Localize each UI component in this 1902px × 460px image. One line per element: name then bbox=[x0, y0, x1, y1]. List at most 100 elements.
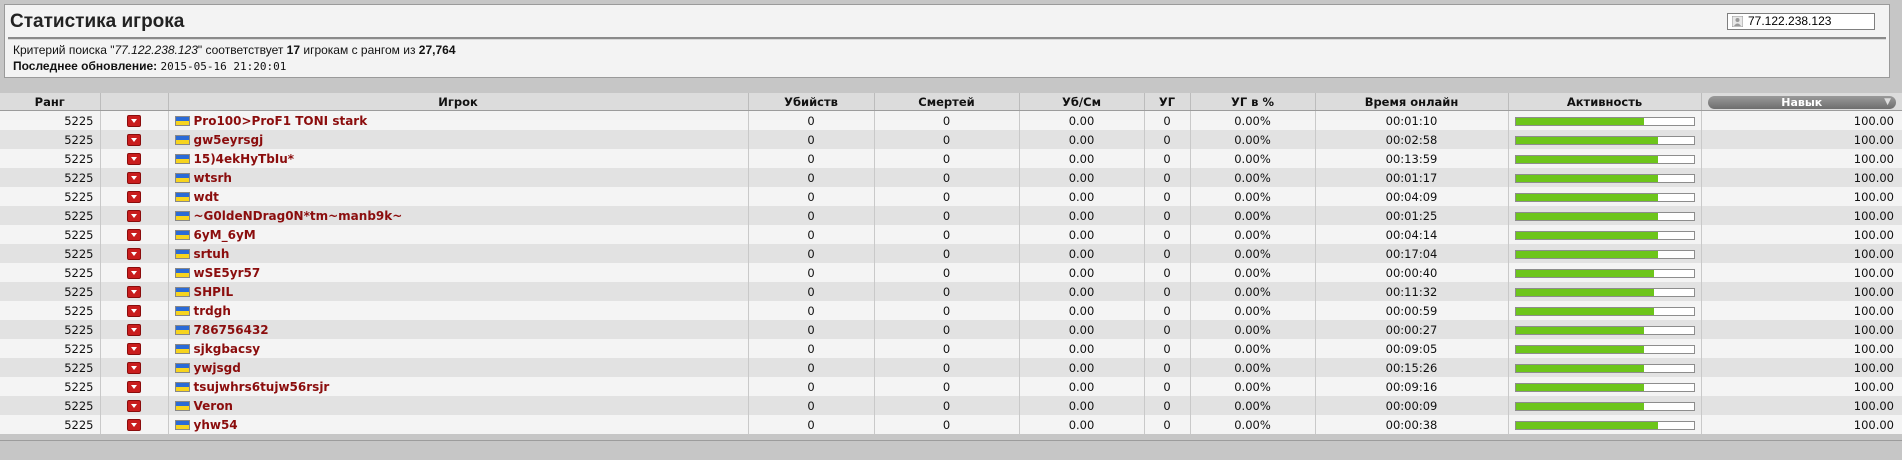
dropdown-arrow-icon[interactable] bbox=[127, 342, 141, 355]
cell-hs: 0 bbox=[1143, 339, 1190, 358]
player-name-link[interactable]: SHPIL bbox=[194, 285, 234, 299]
player-name-link[interactable]: ~G0ldeNDrag0N*tm~manb9k~ bbox=[194, 209, 403, 223]
cell-time: 00:00:59 bbox=[1314, 301, 1508, 320]
cell-menu bbox=[99, 225, 168, 244]
activity-bar bbox=[1514, 192, 1695, 202]
cell-activity bbox=[1507, 282, 1701, 301]
cell-skill: 100.00 bbox=[1700, 282, 1902, 301]
cell-player: trdgh bbox=[167, 301, 748, 320]
cell-deaths: 0 bbox=[873, 358, 1019, 377]
cell-deaths: 0 bbox=[873, 282, 1019, 301]
activity-bar bbox=[1514, 268, 1695, 278]
col-header-hs-pct[interactable]: УГ в % bbox=[1189, 93, 1315, 111]
flag-icon bbox=[174, 343, 190, 354]
cell-menu bbox=[99, 168, 168, 187]
dropdown-arrow-icon[interactable] bbox=[127, 114, 141, 127]
cell-kd: 0.00 bbox=[1018, 320, 1144, 339]
cell-player: tsujwhrs6tujw56rsjr bbox=[167, 377, 748, 396]
cell-hs-pct: 0.00% bbox=[1189, 320, 1315, 339]
player-name-link[interactable]: 786756432 bbox=[194, 323, 269, 337]
player-name-link[interactable]: wdt bbox=[194, 190, 219, 204]
col-header-hs[interactable]: УГ bbox=[1143, 93, 1190, 111]
dropdown-arrow-icon[interactable] bbox=[127, 323, 141, 336]
dropdown-arrow-icon[interactable] bbox=[127, 133, 141, 146]
activity-bar-fill bbox=[1515, 155, 1658, 163]
player-name-link[interactable]: Pro100>ProF1 TONI stark bbox=[194, 114, 368, 128]
player-name-link[interactable]: trdgh bbox=[194, 304, 231, 318]
col-header-time[interactable]: Время онлайн bbox=[1314, 93, 1508, 111]
player-name-link[interactable]: srtuh bbox=[194, 247, 230, 261]
summary-prefix: Критерий поиска " bbox=[13, 43, 115, 57]
col-header-player[interactable]: Игрок bbox=[167, 93, 748, 111]
cell-activity bbox=[1507, 320, 1701, 339]
cell-menu bbox=[99, 377, 168, 396]
cell-hs: 0 bbox=[1143, 263, 1190, 282]
cell-deaths: 0 bbox=[873, 339, 1019, 358]
col-header-activity[interactable]: Активность bbox=[1507, 93, 1701, 111]
col-header-kills[interactable]: Убийств bbox=[747, 93, 874, 111]
search-input[interactable]: 77.122.238.123 bbox=[1727, 13, 1875, 30]
dropdown-arrow-icon[interactable] bbox=[127, 152, 141, 165]
activity-bar bbox=[1514, 230, 1695, 240]
cell-activity bbox=[1507, 396, 1701, 415]
dropdown-arrow-icon[interactable] bbox=[127, 380, 141, 393]
player-name-link[interactable]: 6yM_6yM bbox=[194, 228, 256, 242]
col-header-deaths[interactable]: Смертей bbox=[873, 93, 1019, 111]
dropdown-arrow-icon[interactable] bbox=[127, 285, 141, 298]
activity-bar bbox=[1514, 420, 1695, 430]
cell-hs: 0 bbox=[1143, 377, 1190, 396]
player-name-link[interactable]: Veron bbox=[194, 399, 233, 413]
col-header-kd[interactable]: Уб/См bbox=[1018, 93, 1144, 111]
cell-kills: 0 bbox=[747, 282, 874, 301]
table-row: 5225 Pro100>ProF1 TONI stark 0 0 0.00 0 0.00% 0… bbox=[0, 110, 1902, 130]
cell-kd: 0.00 bbox=[1018, 339, 1144, 358]
player-name-link[interactable]: ywjsgd bbox=[194, 361, 241, 375]
player-name-link[interactable]: sjkgbacsy bbox=[194, 342, 261, 356]
cell-skill: 100.00 bbox=[1700, 377, 1902, 396]
player-name-link[interactable]: gw5eyrsgj bbox=[194, 133, 264, 147]
cell-kills: 0 bbox=[747, 149, 874, 168]
flag-icon bbox=[174, 324, 190, 335]
cell-deaths: 0 bbox=[873, 149, 1019, 168]
cell-time: 00:01:25 bbox=[1314, 206, 1508, 225]
cell-rank: 5225 bbox=[64, 227, 94, 242]
player-name-link[interactable]: wtsrh bbox=[194, 171, 232, 185]
cell-activity bbox=[1507, 187, 1701, 206]
player-name-link[interactable]: yhw54 bbox=[194, 418, 238, 432]
player-name-link[interactable]: 15)4ekHyTbIu* bbox=[194, 152, 295, 166]
activity-bar-fill bbox=[1515, 174, 1658, 182]
dropdown-arrow-icon[interactable] bbox=[127, 418, 141, 431]
dropdown-arrow-icon[interactable] bbox=[127, 171, 141, 184]
activity-bar bbox=[1514, 363, 1695, 373]
dropdown-arrow-icon[interactable] bbox=[127, 304, 141, 317]
col-header-rank[interactable]: Ранг bbox=[0, 93, 100, 111]
dropdown-arrow-icon[interactable] bbox=[127, 399, 141, 412]
activity-bar-fill bbox=[1515, 364, 1644, 372]
title-divider bbox=[8, 37, 1886, 40]
dropdown-arrow-icon[interactable] bbox=[127, 209, 141, 222]
flag-icon bbox=[174, 191, 190, 202]
cell-hs-pct: 0.00% bbox=[1189, 110, 1315, 130]
activity-bar-fill bbox=[1515, 250, 1658, 258]
player-name-link[interactable]: wSE5yr57 bbox=[194, 266, 261, 280]
table-row: 5225 tsujwhrs6tujw56rsjr 0 0 0.00 0 0.00% 00:09… bbox=[0, 377, 1902, 396]
activity-bar-fill bbox=[1515, 193, 1658, 201]
cell-hs-pct: 0.00% bbox=[1189, 339, 1315, 358]
col-header-skill[interactable]: Навык ▼ bbox=[1700, 93, 1902, 111]
last-update-value: 2015-05-16 21:20:01 bbox=[160, 60, 287, 73]
activity-bar-fill bbox=[1515, 307, 1655, 315]
dropdown-arrow-icon[interactable] bbox=[127, 361, 141, 374]
last-update: Последнее обновление: 2015-05-16 21:20:0… bbox=[13, 59, 286, 73]
cell-activity bbox=[1507, 339, 1701, 358]
cell-activity bbox=[1507, 168, 1701, 187]
cell-skill: 100.00 bbox=[1700, 396, 1902, 415]
cell-hs: 0 bbox=[1143, 225, 1190, 244]
skill-sort-pill[interactable]: Навык ▼ bbox=[1707, 95, 1896, 109]
dropdown-arrow-icon[interactable] bbox=[127, 190, 141, 203]
dropdown-arrow-icon[interactable] bbox=[127, 247, 141, 260]
cell-activity bbox=[1507, 206, 1701, 225]
dropdown-arrow-icon[interactable] bbox=[127, 266, 141, 279]
player-name-link[interactable]: tsujwhrs6tujw56rsjr bbox=[194, 380, 330, 394]
table-row: 5225 Veron 0 0 0.00 0 0.00% 00:00:09 100.00 bbox=[0, 396, 1902, 415]
dropdown-arrow-icon[interactable] bbox=[127, 228, 141, 241]
